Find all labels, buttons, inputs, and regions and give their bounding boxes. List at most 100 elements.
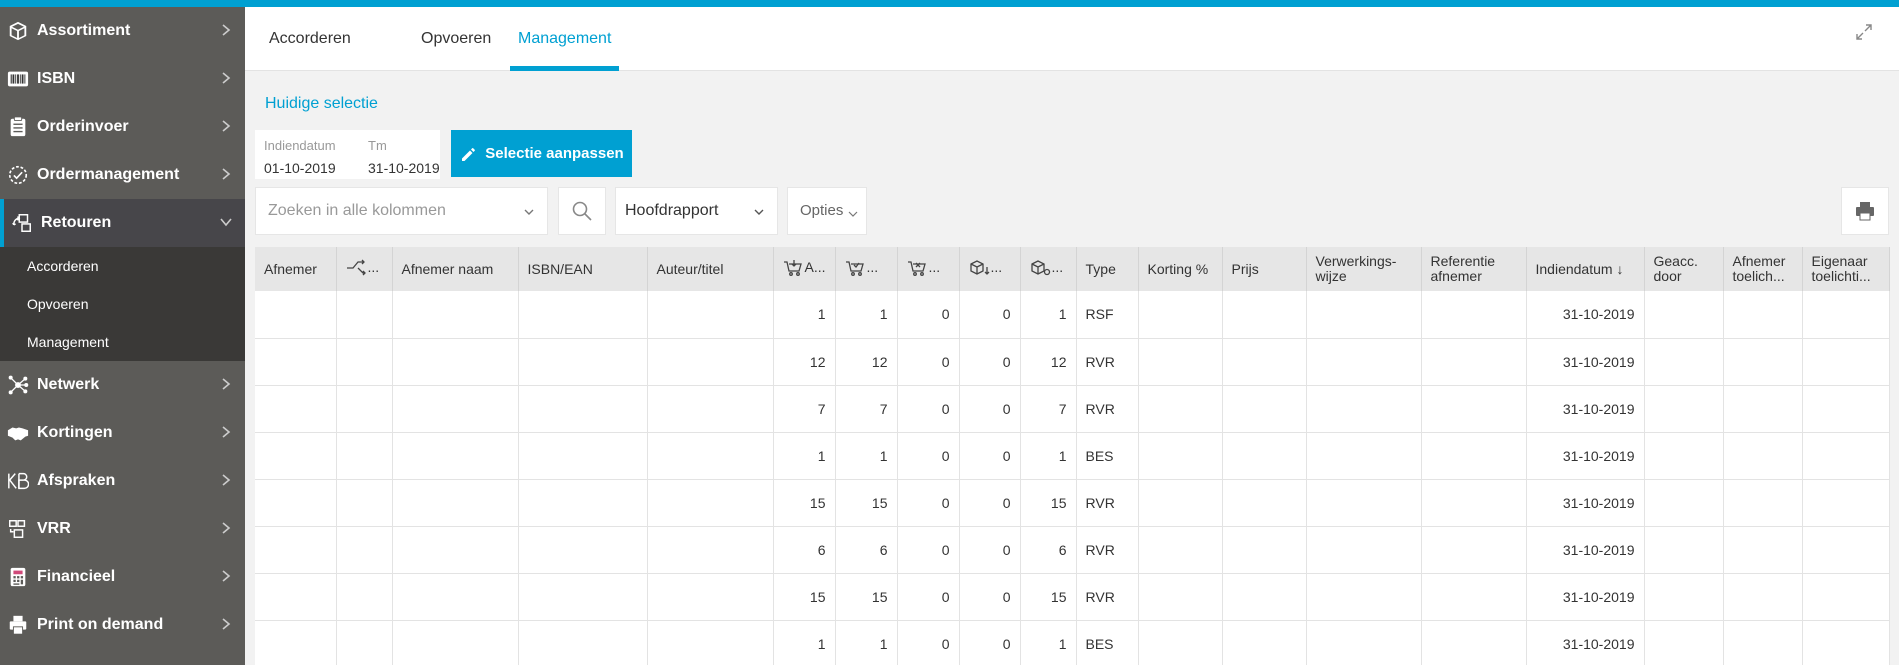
sidebar-item-financieel[interactable]: Financieel <box>0 553 245 601</box>
cell-geacc-door <box>1644 526 1724 574</box>
cell-afnemer-toelichting <box>1723 385 1803 433</box>
col-indiendatum[interactable]: Indiendatum ↓ <box>1526 247 1645 291</box>
box-settings-icon <box>1030 259 1050 275</box>
cell-auteur-titel <box>647 291 774 339</box>
cell-verwerkingswijze <box>1306 291 1422 339</box>
handshake-icon <box>4 419 32 447</box>
calculator-icon <box>4 563 32 591</box>
chevron-down-icon <box>754 209 764 215</box>
sidebar-subitem-management[interactable]: Management <box>0 323 245 361</box>
tab-accorderen[interactable]: Accorderen <box>269 7 351 71</box>
barcode-icon <box>4 65 32 93</box>
table-row[interactable]: 1 1 0 0 1 BES 31-10-2019 <box>255 432 1890 480</box>
sidebar-subitem-accorderen[interactable]: Accorderen <box>0 247 245 285</box>
cell-verwerkt: 1 <box>1020 620 1077 665</box>
print-button[interactable] <box>1841 187 1889 235</box>
col-aangemeld[interactable]: A... <box>773 247 836 291</box>
sidebar-item-orderinvoer[interactable]: Orderinvoer <box>0 103 245 151</box>
col-type[interactable]: Type <box>1076 247 1139 291</box>
cell-afgewezen: 0 <box>897 432 960 480</box>
sidebar-subitem-opvoeren[interactable]: Opvoeren <box>0 285 245 323</box>
date-range-summary: Indiendatum 01-10-2019 Tm 31-10-2019 <box>255 130 440 179</box>
col-verwerkt[interactable]: ... <box>1020 247 1077 291</box>
col-afnemer[interactable]: Afnemer <box>255 247 337 291</box>
cell-eigenaar-toelichting <box>1802 526 1890 574</box>
search-button[interactable] <box>558 187 606 235</box>
sidebar-item-kortingen[interactable]: Kortingen <box>0 409 245 457</box>
cell-verwerkt: 12 <box>1020 338 1077 386</box>
col-geacc-door[interactable]: Geacc. door <box>1644 247 1724 291</box>
cell-afgewezen: 0 <box>897 620 960 665</box>
col-verwerkingswijze[interactable]: Verwerkings-wijze <box>1306 247 1422 291</box>
sidebar-item-label: Netwerk <box>37 376 100 393</box>
chevron-down-icon <box>848 211 858 217</box>
tab-management[interactable]: Management <box>509 7 620 71</box>
search-input[interactable]: Zoeken in alle kolommen <box>255 187 548 235</box>
col-ontvangen[interactable]: ... <box>959 247 1021 291</box>
table-row[interactable]: 6 6 0 0 6 RVR 31-10-2019 <box>255 526 1890 574</box>
tab-opvoeren[interactable]: Opvoeren <box>421 7 491 71</box>
col-isbn[interactable]: ISBN/EAN <box>518 247 648 291</box>
cell-afgewezen: 0 <box>897 573 960 621</box>
table-row[interactable]: 15 15 0 0 15 RVR 31-10-2019 <box>255 479 1890 527</box>
sidebar-item-ordermanagement[interactable]: Ordermanagement <box>0 151 245 199</box>
sidebar-item-vrr[interactable]: VRR <box>0 505 245 553</box>
sidebar-item-assortiment[interactable]: Assortiment <box>0 7 245 55</box>
col-afnemer-toelichting[interactable]: Afnemer toelich... <box>1723 247 1803 291</box>
cell-korting <box>1138 479 1223 527</box>
col-afnemer-naam[interactable]: Afnemer naam <box>392 247 519 291</box>
col-auteur-titel[interactable]: Auteur/titel <box>647 247 774 291</box>
cell-prijs <box>1222 385 1307 433</box>
cell-isbn <box>518 291 648 339</box>
sidebar-item-afspraken[interactable]: Afspraken <box>0 457 245 505</box>
col-route[interactable]: ... <box>336 247 393 291</box>
chevron-right-icon <box>222 570 231 582</box>
table-row[interactable]: 1 1 0 0 1 BES 31-10-2019 <box>255 620 1890 665</box>
edit-selection-button[interactable]: Selectie aanpassen <box>451 130 632 177</box>
cell-route <box>336 385 393 433</box>
sidebar-item-retouren[interactable]: Retouren <box>0 199 245 247</box>
options-dropdown[interactable]: Opties <box>787 187 867 235</box>
col-referentie-afnemer[interactable]: Referentie afnemer <box>1421 247 1527 291</box>
table-row[interactable]: 7 7 0 0 7 RVR 31-10-2019 <box>255 385 1890 433</box>
cell-auteur-titel <box>647 385 774 433</box>
col-korting[interactable]: Korting % <box>1138 247 1223 291</box>
cell-eigenaar-toelichting <box>1802 385 1890 433</box>
cell-verwerkt: 1 <box>1020 291 1077 339</box>
col-eigenaar-toelichting[interactable]: Eigenaar toelichti... <box>1802 247 1890 291</box>
cell-indiendatum: 31-10-2019 <box>1526 573 1645 621</box>
col-geaccepteerd[interactable]: ... <box>835 247 898 291</box>
col-verwerkt-label: ... <box>1051 259 1064 275</box>
cell-indiendatum: 31-10-2019 <box>1526 338 1645 386</box>
cell-auteur-titel <box>647 573 774 621</box>
cell-afnemer-naam <box>392 432 519 480</box>
table-row[interactable]: 12 12 0 0 12 RVR 31-10-2019 <box>255 338 1890 386</box>
table-row[interactable]: 15 15 0 0 15 RVR 31-10-2019 <box>255 573 1890 621</box>
cell-afnemer-toelichting <box>1723 573 1803 621</box>
cell-afnemer-toelichting <box>1723 338 1803 386</box>
chevron-down-icon[interactable] <box>523 206 535 218</box>
sidebar-item-isbn[interactable]: ISBN <box>0 55 245 103</box>
cell-verwerkingswijze <box>1306 432 1422 480</box>
edit-selection-label: Selectie aanpassen <box>485 145 624 162</box>
sidebar-item-netwerk[interactable]: Netwerk <box>0 361 245 409</box>
cell-afnemer-naam <box>392 385 519 433</box>
sidebar-item-label: Ordermanagement <box>37 166 180 183</box>
returns-table: Afnemer ... Afnemer naam ISBN/EAN Auteur… <box>255 247 1890 665</box>
cell-type: RVR <box>1076 385 1139 433</box>
table-row[interactable]: 1 1 0 0 1 RSF 31-10-2019 <box>255 291 1890 339</box>
cell-afnemer-toelichting <box>1723 526 1803 574</box>
chevron-right-icon <box>222 24 231 36</box>
report-select[interactable]: Hoofdrapport <box>615 187 778 235</box>
cell-auteur-titel <box>647 620 774 665</box>
cell-ontvangen: 0 <box>959 479 1021 527</box>
col-prijs[interactable]: Prijs <box>1222 247 1307 291</box>
cell-type: BES <box>1076 432 1139 480</box>
cell-type: BES <box>1076 620 1139 665</box>
col-afgewezen[interactable]: ... <box>897 247 960 291</box>
expand-icon[interactable] <box>1855 23 1873 41</box>
cell-geaccepteerd: 1 <box>835 432 898 480</box>
sidebar-item-print-on-demand[interactable]: Print on demand <box>0 601 245 649</box>
cell-indiendatum: 31-10-2019 <box>1526 291 1645 339</box>
cell-afnemer <box>255 385 337 433</box>
